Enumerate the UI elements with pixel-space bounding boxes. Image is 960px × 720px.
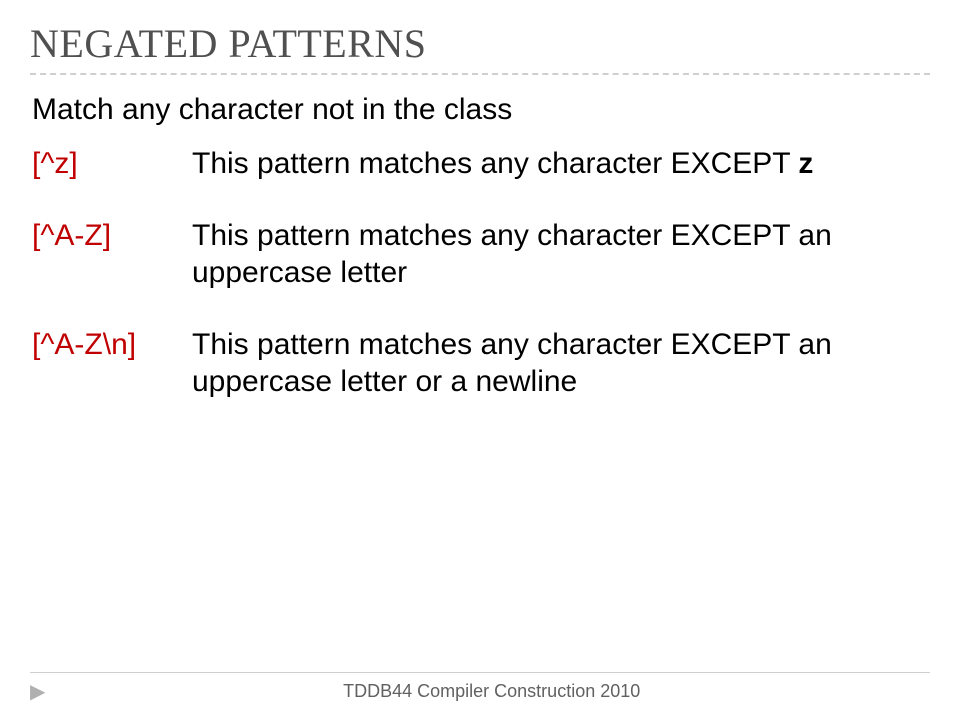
pattern-code: [^A-Z\n]	[32, 326, 192, 364]
pattern-code: [^A-Z]	[32, 217, 192, 255]
footer-text: TDDB44 Compiler Construction 2010	[53, 681, 930, 702]
intro-text: Match any character not in the class	[32, 93, 930, 127]
pattern-row: [^A-Z\n] This pattern matches any charac…	[32, 326, 930, 401]
desc-except: EXCEPT	[671, 219, 791, 252]
footer-inner: ▶ TDDB44 Compiler Construction 2010	[0, 681, 960, 702]
desc-lead: This pattern matches any character	[192, 219, 671, 252]
pattern-list: [^z] This pattern matches any character …	[32, 145, 930, 401]
slide: NEGATED PATTERNS Match any character not…	[0, 0, 960, 720]
pattern-desc: This pattern matches any character EXCEP…	[192, 217, 872, 292]
desc-bold: z	[798, 147, 813, 180]
desc-except: EXCEPT	[671, 147, 791, 180]
footer-rule	[30, 672, 930, 673]
slide-footer: ▶ TDDB44 Compiler Construction 2010	[0, 672, 960, 702]
desc-except: EXCEPT	[671, 328, 791, 361]
pattern-desc: This pattern matches any character EXCEP…	[192, 326, 872, 401]
pattern-desc: This pattern matches any character EXCEP…	[192, 145, 872, 183]
pattern-code: [^z]	[32, 145, 192, 183]
pattern-row: [^z] This pattern matches any character …	[32, 145, 930, 183]
desc-lead: This pattern matches any character	[192, 328, 671, 361]
desc-lead: This pattern matches any character	[192, 147, 671, 180]
pattern-row: [^A-Z] This pattern matches any characte…	[32, 217, 930, 292]
play-icon: ▶	[30, 682, 45, 702]
slide-title: NEGATED PATTERNS	[30, 20, 930, 67]
title-rule	[30, 73, 930, 75]
